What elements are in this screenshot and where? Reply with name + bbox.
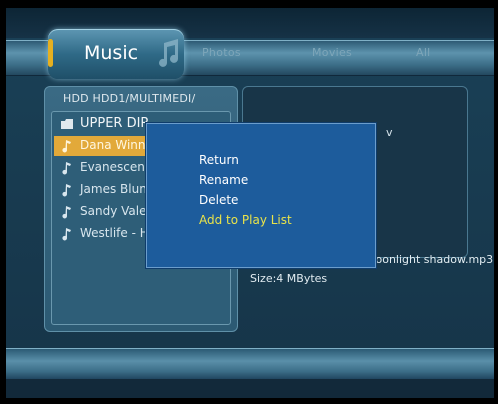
music-note-icon	[62, 184, 71, 197]
music-note-icon	[62, 206, 71, 219]
tab-music-label: Music	[84, 42, 139, 64]
media-player-screen: Music Photos Movies All HDD HDD1/MULTIME…	[6, 8, 494, 398]
preview-file-size: Size:4 MBytes	[250, 272, 328, 285]
list-item-label: Westlife - H	[80, 226, 149, 240]
list-item-label: James Blunt	[80, 182, 152, 196]
menu-item-add-to-play-list[interactable]: Add to Play List	[199, 213, 292, 227]
tab-movies[interactable]: Movies	[312, 46, 352, 59]
bottom-strip	[6, 379, 494, 398]
music-note-icon	[62, 228, 71, 241]
music-note-icon	[62, 140, 71, 153]
tab-music[interactable]: Music	[48, 29, 184, 79]
bottom-status-bar	[6, 348, 494, 380]
preview-info-fragment: v	[386, 126, 393, 139]
menu-item-rename[interactable]: Rename	[199, 173, 248, 187]
menu-item-return[interactable]: Return	[199, 153, 239, 167]
menu-item-delete[interactable]: Delete	[199, 193, 238, 207]
context-menu: Return Rename Delete Add to Play List	[146, 123, 376, 268]
music-note-icon	[159, 39, 178, 67]
tab-edge-marker	[48, 39, 53, 67]
tab-all[interactable]: All	[416, 46, 431, 59]
music-note-icon	[62, 162, 71, 175]
tab-photos[interactable]: Photos	[202, 46, 241, 59]
folder-icon	[61, 119, 73, 129]
list-item-label: UPPER DIR	[80, 116, 150, 131]
current-path: HDD HDD1/MULTIMEDI/	[63, 92, 196, 105]
preview-filename: Moonlight shadow.mp3	[366, 253, 494, 266]
